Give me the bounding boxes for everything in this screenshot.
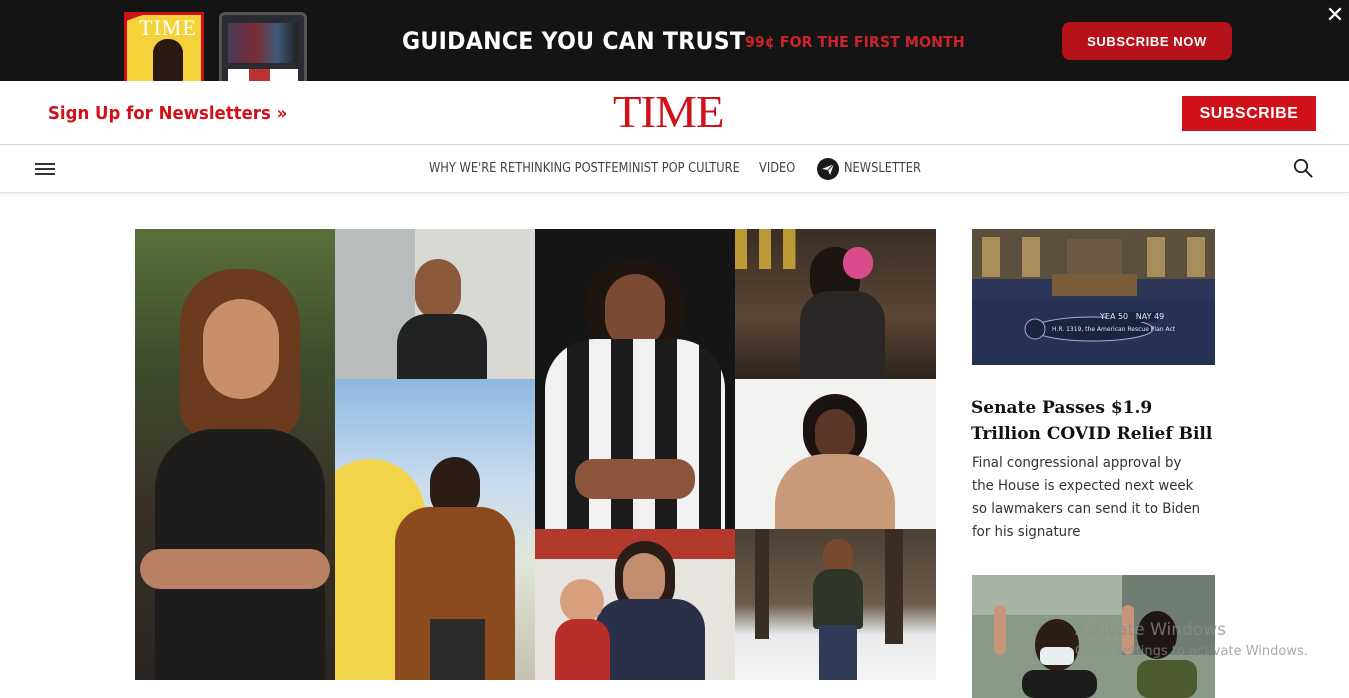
tablet-preview-image: [219, 12, 307, 82]
portrait-photo-8: [735, 529, 936, 680]
portrait-photo-3: [335, 379, 535, 680]
subscribe-button[interactable]: SUBSCRIBE: [1182, 96, 1316, 131]
time-logo[interactable]: TIME: [613, 89, 725, 135]
close-icon[interactable]: ✕: [1324, 4, 1346, 26]
search-icon[interactable]: [1293, 158, 1313, 178]
senate-chamber-photo[interactable]: YEA 50 NAY 49 H.R. 1319, the American Re…: [972, 229, 1215, 365]
nav-bar: WHY WE'RE RETHINKING POSTFEMINIST POP CU…: [0, 145, 1349, 193]
promo-headline: GUIDANCE YOU CAN TRUST: [402, 27, 746, 55]
portrait-photo-1: [135, 229, 335, 680]
bill-caption: H.R. 1319, the American Rescue Plan Act: [1052, 326, 1176, 333]
vote-tally-caption: YEA 50 NAY 49: [1100, 312, 1165, 321]
magazine-cover-image: TIME: [124, 12, 204, 83]
portrait-photo-7: [735, 379, 936, 529]
feature-photo-collage[interactable]: [135, 229, 936, 680]
nav-item-newsletter[interactable]: NEWSLETTER: [844, 161, 921, 176]
subscribe-now-button[interactable]: SUBSCRIBE NOW: [1062, 22, 1232, 60]
paper-plane-icon[interactable]: [817, 158, 839, 180]
portrait-photo-4: [535, 229, 735, 529]
watermark-title: Activate Windows: [1075, 620, 1226, 640]
watermark-subtitle: Go to Settings to activate Windows.: [1075, 644, 1308, 659]
nav-item-postfeminist[interactable]: WHY WE'RE RETHINKING POSTFEMINIST POP CU…: [429, 161, 740, 176]
portrait-photo-5: [535, 529, 735, 680]
masthead: Sign Up for Newsletters » TIME SUBSCRIBE: [0, 81, 1349, 145]
story-description: Final congressional approval by the Hous…: [972, 455, 1201, 540]
magazine-cover-title: TIME: [139, 15, 197, 40]
promo-offer: 99¢ FOR THE FIRST MONTH: [745, 33, 965, 51]
promo-banner: TIME GUIDANCE YOU CAN TRUST 99¢ FOR THE …: [0, 0, 1349, 83]
portrait-photo-6: [735, 229, 936, 379]
nav-item-video[interactable]: VIDEO: [759, 161, 795, 176]
portrait-photo-2: [335, 229, 535, 379]
story-headline[interactable]: Senate Passes $1.9 Trillion COVID Relief…: [971, 395, 1221, 447]
activate-windows-watermark: Activate Windows Go to Settings to activ…: [1075, 620, 1308, 659]
newsletter-signup-link[interactable]: Sign Up for Newsletters »: [48, 103, 287, 124]
